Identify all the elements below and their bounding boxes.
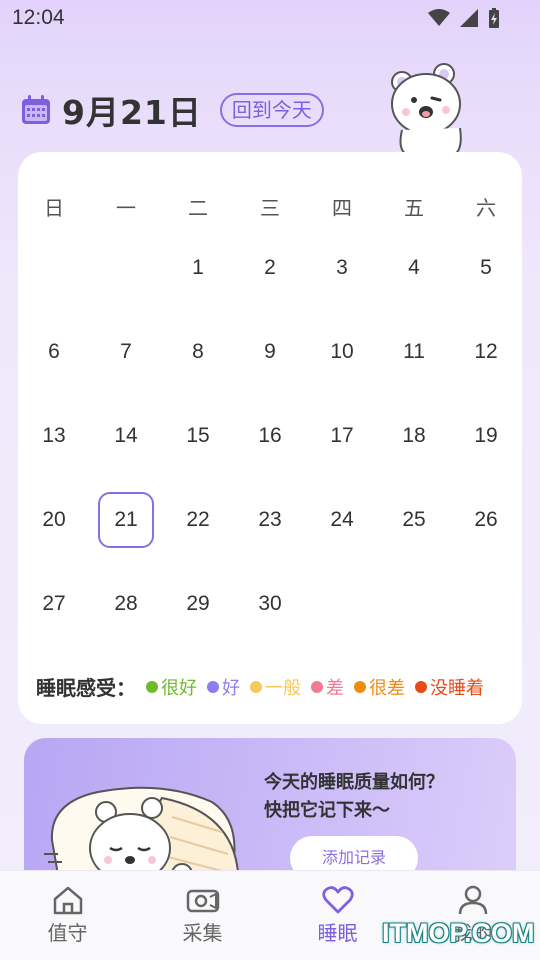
calendar-day[interactable]: 17: [306, 408, 378, 464]
legend-label: 一般: [265, 677, 301, 699]
calendar-day[interactable]: 25: [378, 492, 450, 548]
nav-item-duty[interactable]: 值守: [0, 871, 135, 960]
calendar-day[interactable]: 29: [162, 576, 234, 632]
weekday-label: 四: [332, 196, 352, 220]
promo-question: 今天的睡眠质量如何？: [264, 772, 444, 793]
signal-icon: [460, 9, 478, 27]
home-icon: [53, 886, 82, 915]
calendar-day[interactable]: 6: [18, 324, 90, 380]
week-row: 27 28 29 30: [18, 562, 522, 646]
calendar-day[interactable]: 22: [162, 492, 234, 548]
legend-dot: [146, 680, 158, 693]
calendar-day-empty: [378, 576, 450, 632]
nav-item-collect[interactable]: 采集: [135, 871, 270, 960]
calendar-day[interactable]: 27: [18, 576, 90, 632]
status-bar: 12:04: [0, 0, 540, 36]
weekday-label: 五: [404, 196, 424, 220]
calendar-day[interactable]: 13: [18, 408, 90, 464]
bear-illustration: [391, 63, 462, 156]
calendar-day[interactable]: 30: [234, 576, 306, 632]
calendar-day[interactable]: 19: [450, 408, 522, 464]
calendar-day[interactable]: 11: [378, 324, 450, 380]
legend-label: 差: [326, 677, 344, 699]
week-row: 1 2 3 4 5: [18, 226, 522, 310]
nav-label: 睡眠: [317, 921, 358, 945]
current-date: 9月21日: [62, 93, 202, 132]
calendar-day-empty: [18, 240, 90, 296]
calendar-day[interactable]: 3: [306, 240, 378, 296]
calendar-day[interactable]: 24: [306, 492, 378, 548]
legend-item-no-sleep: 没睡着: [415, 674, 484, 700]
calendar-day[interactable]: 2: [234, 240, 306, 296]
weekday-label: 三: [260, 196, 280, 220]
back-to-today-button[interactable]: 回到今天: [219, 93, 324, 127]
calendar-day[interactable]: 18: [378, 408, 450, 464]
weekday-label: 二: [188, 196, 208, 220]
weekday-label: 一: [116, 196, 136, 220]
weekday-label: 日: [44, 196, 64, 220]
calendar-icon: [22, 95, 50, 124]
calendar-day[interactable]: 7: [90, 324, 162, 380]
status-icons: [428, 8, 500, 28]
calendar-day[interactable]: 15: [162, 408, 234, 464]
legend-label: 很好: [161, 677, 197, 699]
calendar-day[interactable]: 26: [450, 492, 522, 548]
wifi-icon: [428, 9, 450, 26]
legend-title: 睡眠感受：: [36, 676, 136, 700]
legend-label: 没睡着: [430, 677, 484, 699]
weekday-label: 六: [476, 196, 496, 220]
week-row: 13 14 15 16 17 18 19: [18, 394, 522, 478]
legend-dot: [354, 680, 366, 693]
camera-icon: [186, 889, 219, 913]
battery-icon: [489, 8, 499, 28]
legend-item-bad: 差: [311, 674, 344, 700]
calendar-header: 9月21日 回到今天: [20, 88, 324, 132]
calendar-day[interactable]: 20: [18, 492, 90, 548]
legend-dot: [415, 680, 427, 693]
calendar-day-empty: [306, 576, 378, 632]
calendar-day[interactable]: 12: [450, 324, 522, 380]
calendar-day[interactable]: 14: [90, 408, 162, 464]
nav-label: 采集: [182, 921, 223, 945]
legend-dot: [311, 680, 323, 693]
user-icon: [458, 885, 487, 915]
heart-icon: [321, 886, 354, 914]
calendar-day[interactable]: 9: [234, 324, 306, 380]
promo-subtitle: 快把它记下来～: [264, 800, 390, 821]
calendar-day-empty: [450, 576, 522, 632]
legend-item-very-bad: 很差: [354, 674, 405, 700]
week-row: 20 21 22 23 24 25 26: [18, 478, 522, 562]
legend-item-very-good: 很好: [146, 674, 197, 700]
legend-label: 很差: [369, 677, 405, 699]
calendar-card: 日 一 二 三 四 五 六 1 2 3 4 5 6 7 8 9 10 11 12…: [18, 152, 522, 724]
calendar-day[interactable]: 4: [378, 240, 450, 296]
status-time: 12:04: [12, 6, 65, 29]
calendar-day[interactable]: 1: [162, 240, 234, 296]
week-row: 6 7 8 9 10 11 12: [18, 310, 522, 394]
calendar-day[interactable]: 23: [234, 492, 306, 548]
site-watermark: ITMOP.COM: [382, 918, 535, 948]
legend-item-average: 一般: [250, 674, 301, 700]
calendar-grid: 1 2 3 4 5 6 7 8 9 10 11 12 13 14 15 16 1…: [18, 226, 522, 646]
legend-item-good: 好: [207, 674, 240, 700]
calendar-day[interactable]: 5: [450, 240, 522, 296]
legend-label: 好: [222, 677, 240, 699]
calendar-day[interactable]: 16: [234, 408, 306, 464]
nav-label: 值守: [47, 921, 88, 945]
calendar-day[interactable]: 28: [90, 576, 162, 632]
calendar-day-selected[interactable]: 21: [98, 492, 154, 548]
weekday-header: 日 一 二 三 四 五 六: [18, 192, 522, 221]
calendar-day-empty: [90, 240, 162, 296]
legend-dot: [207, 680, 219, 693]
legend-dot: [250, 680, 262, 693]
calendar-day[interactable]: 10: [306, 324, 378, 380]
sleep-feeling-legend: 睡眠感受： 很好 好 一般 差 很差 没睡着: [36, 672, 494, 701]
calendar-day[interactable]: 8: [162, 324, 234, 380]
